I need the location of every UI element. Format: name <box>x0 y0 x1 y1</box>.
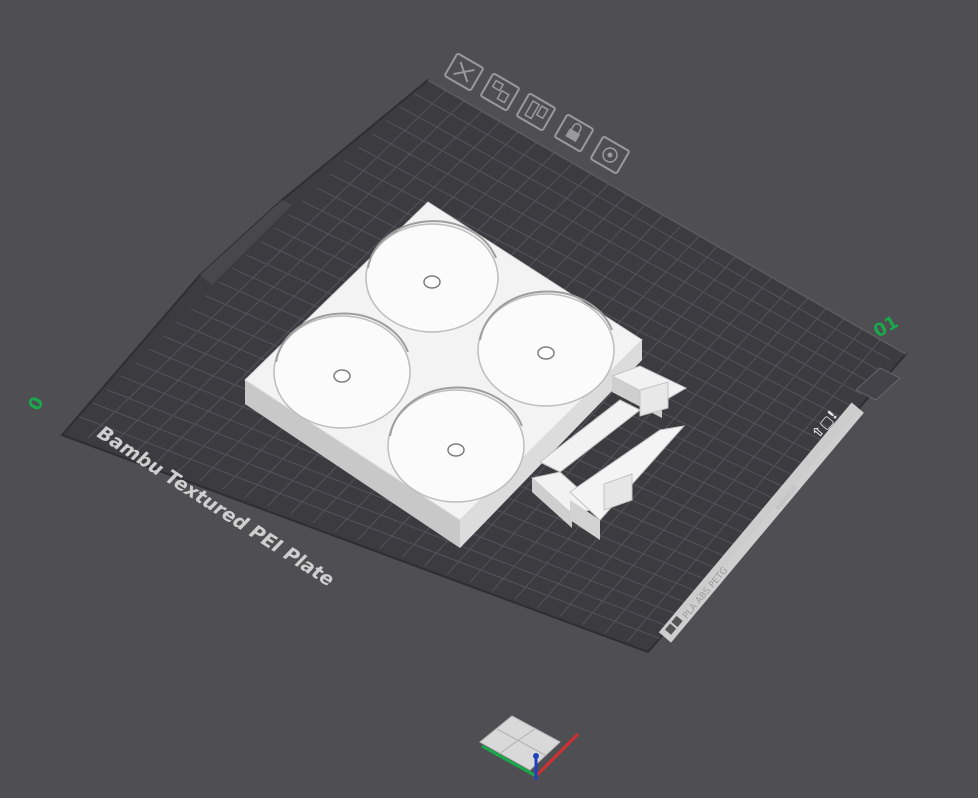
arrange-plate-icon[interactable] <box>480 72 520 112</box>
orient-plate-icon[interactable] <box>516 92 556 132</box>
lock-plate-icon[interactable] <box>554 113 594 153</box>
3d-viewport[interactable]: Bambu Textured PEI Plate PLA ABS PETG oo… <box>0 0 978 798</box>
delete-plate-icon[interactable] <box>444 52 484 92</box>
scene-canvas[interactable]: Bambu Textured PEI Plate PLA ABS PETG oo… <box>0 0 978 798</box>
origin-label: 0 <box>24 393 48 414</box>
plate-settings-icon[interactable] <box>590 135 630 175</box>
axes-gizmo <box>479 715 580 780</box>
